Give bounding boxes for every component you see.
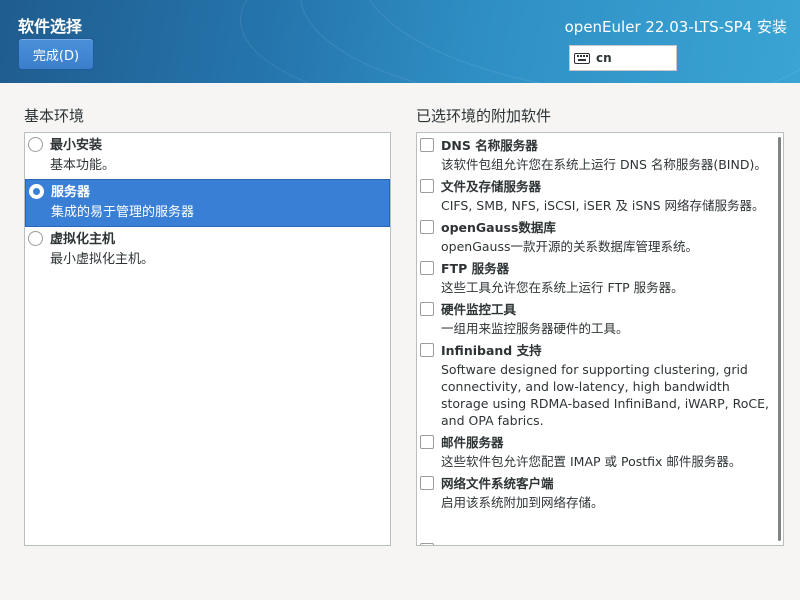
addon-file-storage-server[interactable]: 文件及存储服务器 CIFS, SMB, NFS, iSCSI, iSER 及 i… (417, 174, 783, 215)
addon-hardware-monitoring[interactable]: 硬件监控工具 一组用来监控服务器硬件的工具。 (417, 297, 783, 338)
addon-dns-server[interactable]: DNS 名称服务器 该软件包组允许您在系统上运行 DNS 名称服务器(BIND)… (417, 133, 783, 174)
base-environment-list: 最小安装 基本功能。 服务器 集成的易于管理的服务器 虚拟化主机 最小虚拟化主机… (24, 132, 391, 546)
header-decoration (240, 0, 800, 83)
addon-name: DNS 名称服务器 (441, 138, 538, 153)
radio-button[interactable] (28, 231, 43, 246)
addon-name: 网络文件系统客户端 (441, 476, 554, 491)
addon-checkbox[interactable] (420, 138, 434, 152)
addon-description: 这些软件包允许您配置 IMAP 或 Postfix 邮件服务器。 (441, 454, 742, 469)
addons-heading: 已选环境的附加软件 (416, 107, 552, 125)
addon-mail-server[interactable]: 邮件服务器 这些软件包允许您配置 IMAP 或 Postfix 邮件服务器。 (417, 430, 783, 471)
addon-name: openGauss数据库 (441, 220, 556, 235)
addon-name: FTP 服务器 (441, 261, 510, 276)
addon-description: 这些工具允许您在系统上运行 FTP 服务器。 (441, 280, 684, 295)
environment-description: 集成的易于管理的服务器 (51, 205, 195, 220)
addon-description: 一组用来监控服务器硬件的工具。 (441, 321, 629, 336)
addon-checkbox[interactable] (420, 220, 434, 234)
addons-list: DNS 名称服务器 该软件包组允许您在系统上运行 DNS 名称服务器(BIND)… (416, 132, 784, 546)
addon-checkbox[interactable] (420, 476, 434, 490)
environment-option-virtualization-host[interactable]: 虚拟化主机 最小虚拟化主机。 (25, 227, 390, 273)
addon-name: Infiniband 支持 (441, 343, 542, 358)
environment-name: 虚拟化主机 (50, 232, 116, 247)
addon-description: 启用该系统附加到网络存储。 (441, 495, 604, 510)
environment-option-minimal[interactable]: 最小安装 基本功能。 (25, 133, 390, 179)
addons-scrollbar[interactable] (778, 137, 781, 541)
addon-ftp-server[interactable]: FTP 服务器 这些工具允许您在系统上运行 FTP 服务器。 (417, 256, 783, 297)
done-button[interactable]: 完成(D) (18, 38, 94, 70)
addon-checkbox-partial[interactable] (420, 543, 434, 545)
keyboard-layout-label: cn (596, 51, 612, 65)
addon-infiniband[interactable]: Infiniband 支持 Software designed for supp… (417, 338, 783, 430)
product-title: openEuler 22.03-LTS-SP4 安装 (564, 18, 787, 36)
environment-name: 服务器 (51, 185, 91, 200)
addon-checkbox[interactable] (420, 343, 434, 357)
addon-name: 邮件服务器 (441, 435, 504, 450)
addon-name: 文件及存储服务器 (441, 179, 542, 194)
addon-description: Software designed for supporting cluster… (441, 362, 769, 428)
radio-button-selected[interactable] (29, 184, 44, 199)
addon-opengauss[interactable]: openGauss数据库 openGauss一款开源的关系数据库管理系统。 (417, 215, 783, 256)
environment-option-server[interactable]: 服务器 集成的易于管理的服务器 (25, 179, 390, 227)
keyboard-icon (574, 52, 590, 64)
addon-checkbox[interactable] (420, 179, 434, 193)
addon-name: 硬件监控工具 (441, 302, 517, 317)
addon-checkbox[interactable] (420, 261, 434, 275)
environment-name: 最小安装 (50, 138, 103, 153)
keyboard-layout-indicator[interactable]: cn (569, 45, 677, 71)
addon-checkbox[interactable] (420, 302, 434, 316)
addon-description: CIFS, SMB, NFS, iSCSI, iSER 及 iSNS 网络存储服… (441, 198, 765, 213)
addon-nfs-client[interactable]: 网络文件系统客户端 启用该系统附加到网络存储。 (417, 471, 783, 512)
environment-description: 最小虚拟化主机。 (50, 252, 155, 267)
environment-description: 基本功能。 (50, 158, 116, 173)
page-title: 软件选择 (18, 17, 83, 36)
base-environment-heading: 基本环境 (24, 107, 85, 125)
radio-button[interactable] (28, 137, 43, 152)
header-bar: 软件选择 完成(D) openEuler 22.03-LTS-SP4 安装 cn (0, 0, 800, 83)
addon-description: 该软件包组允许您在系统上运行 DNS 名称服务器(BIND)。 (441, 157, 767, 172)
addon-description: openGauss一款开源的关系数据库管理系统。 (441, 239, 698, 254)
addon-checkbox[interactable] (420, 435, 434, 449)
